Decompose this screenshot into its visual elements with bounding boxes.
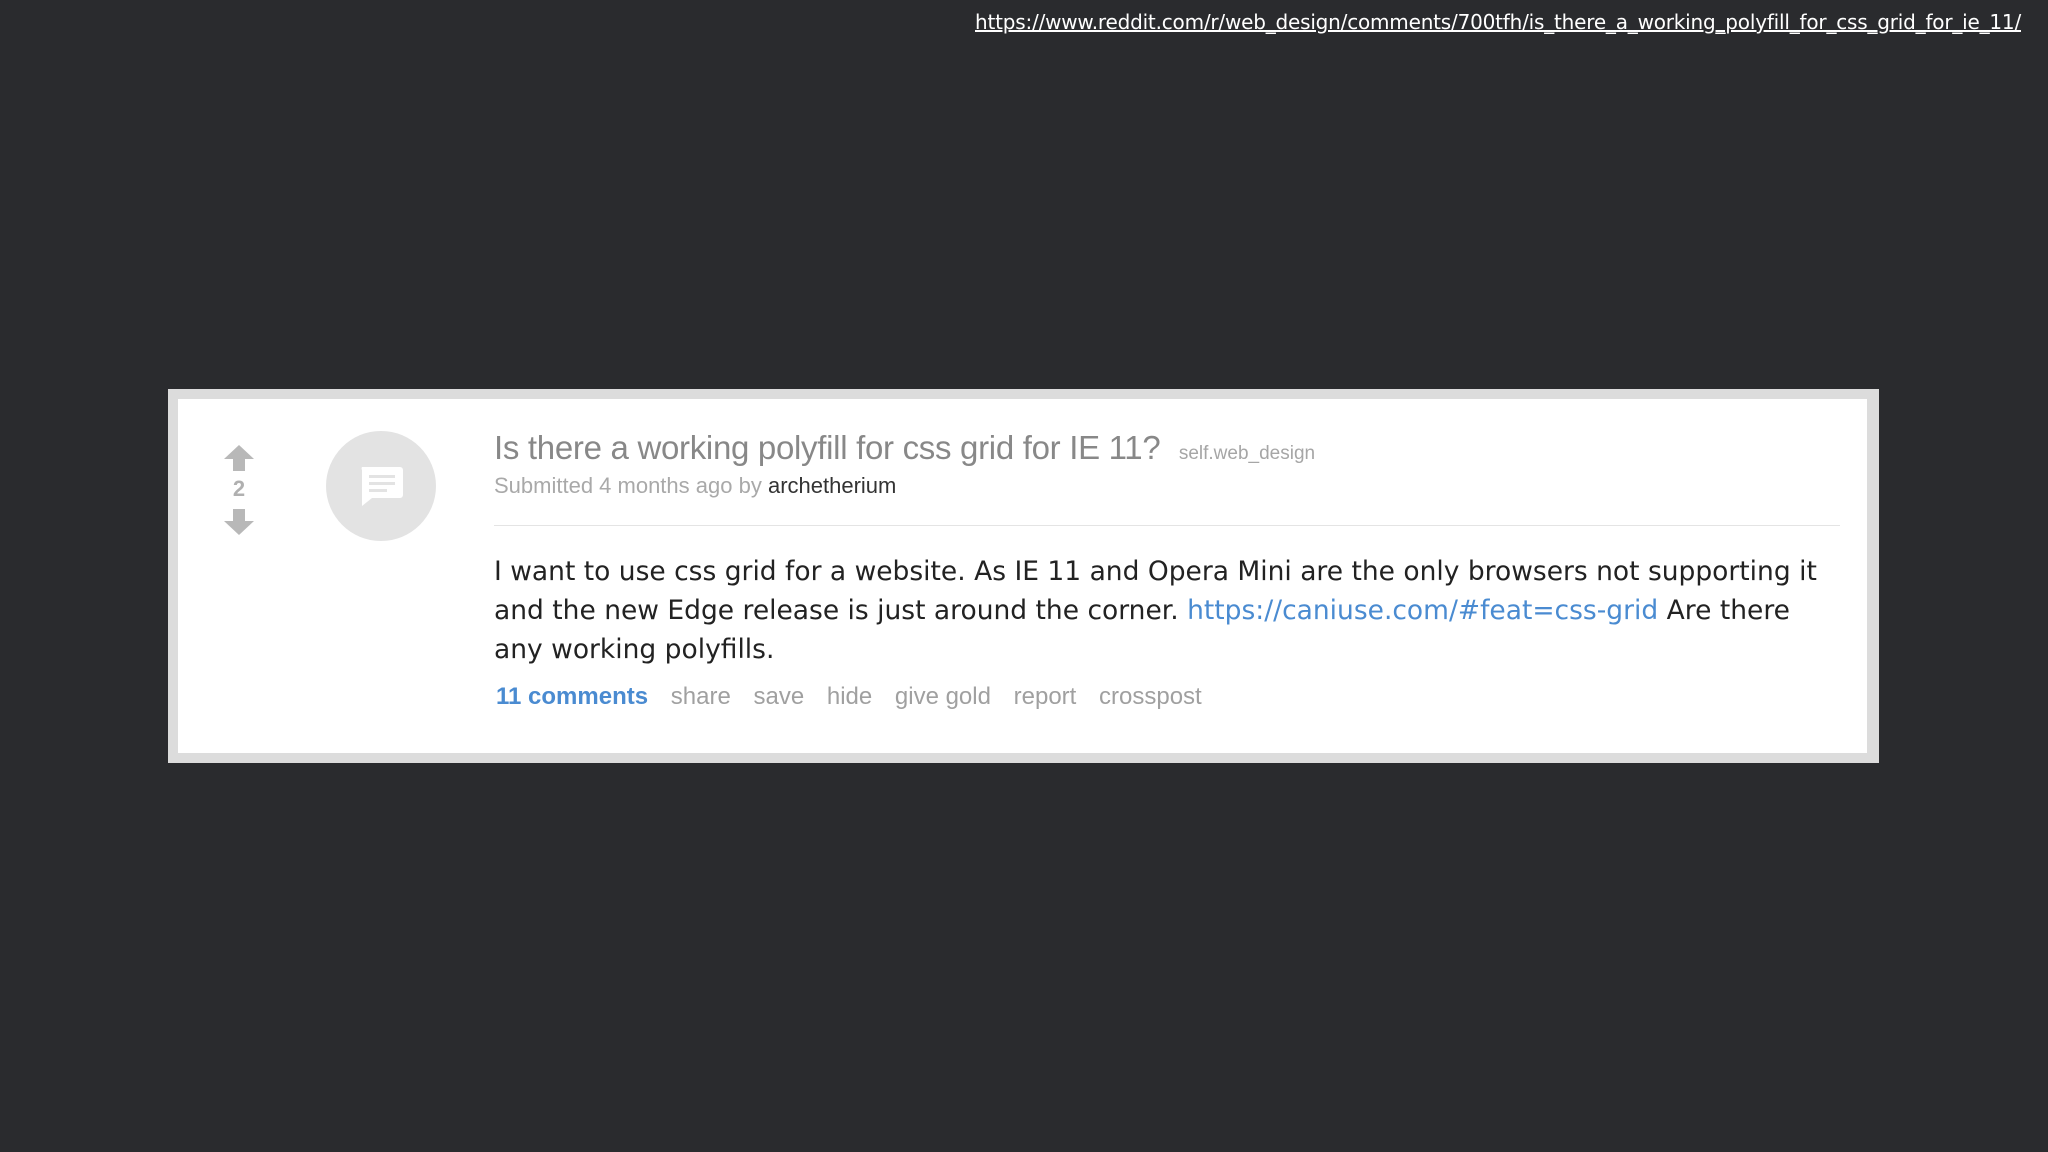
comments-button[interactable]: 11 comments xyxy=(496,683,648,710)
post-domain[interactable]: self.web_design xyxy=(1179,443,1315,464)
save-button[interactable]: save xyxy=(753,683,804,710)
title-row: Is there a working polyfill for css grid… xyxy=(494,429,1840,467)
post-body: I want to use css grid for a website. As… xyxy=(494,552,1840,669)
upvote-arrow-icon[interactable] xyxy=(222,445,256,471)
post-screenshot-frame: 2 Is there a working polyfill for css gr… xyxy=(168,389,1879,763)
submitted-text: Submitted 4 months ago by xyxy=(494,473,762,498)
hide-button[interactable]: hide xyxy=(827,683,872,710)
post-thumbnail[interactable] xyxy=(326,431,436,541)
divider xyxy=(494,525,1840,526)
reddit-post-card: 2 Is there a working polyfill for css gr… xyxy=(178,399,1867,753)
chat-bubble-icon xyxy=(361,467,403,506)
vote-column: 2 xyxy=(222,445,256,535)
post-buttons: 11 comments share save hide give gold re… xyxy=(494,683,1840,711)
post-content: Is there a working polyfill for css grid… xyxy=(494,429,1840,711)
share-button[interactable]: share xyxy=(671,683,731,710)
report-button[interactable]: report xyxy=(1014,683,1077,710)
post-title[interactable]: Is there a working polyfill for css grid… xyxy=(494,429,1161,466)
author-link[interactable]: archetherium xyxy=(768,473,896,498)
crosspost-button[interactable]: crosspost xyxy=(1099,683,1202,710)
post-tagline: Submitted 4 months ago by archetherium xyxy=(494,473,1840,499)
score: 2 xyxy=(232,476,246,501)
source-url-link[interactable]: https://www.reddit.com/r/web_design/comm… xyxy=(975,10,2021,34)
downvote-arrow-icon[interactable] xyxy=(222,509,256,535)
caniuse-link[interactable]: https://caniuse.com/#feat=css-grid xyxy=(1187,595,1658,626)
give-gold-button[interactable]: give gold xyxy=(895,683,991,710)
